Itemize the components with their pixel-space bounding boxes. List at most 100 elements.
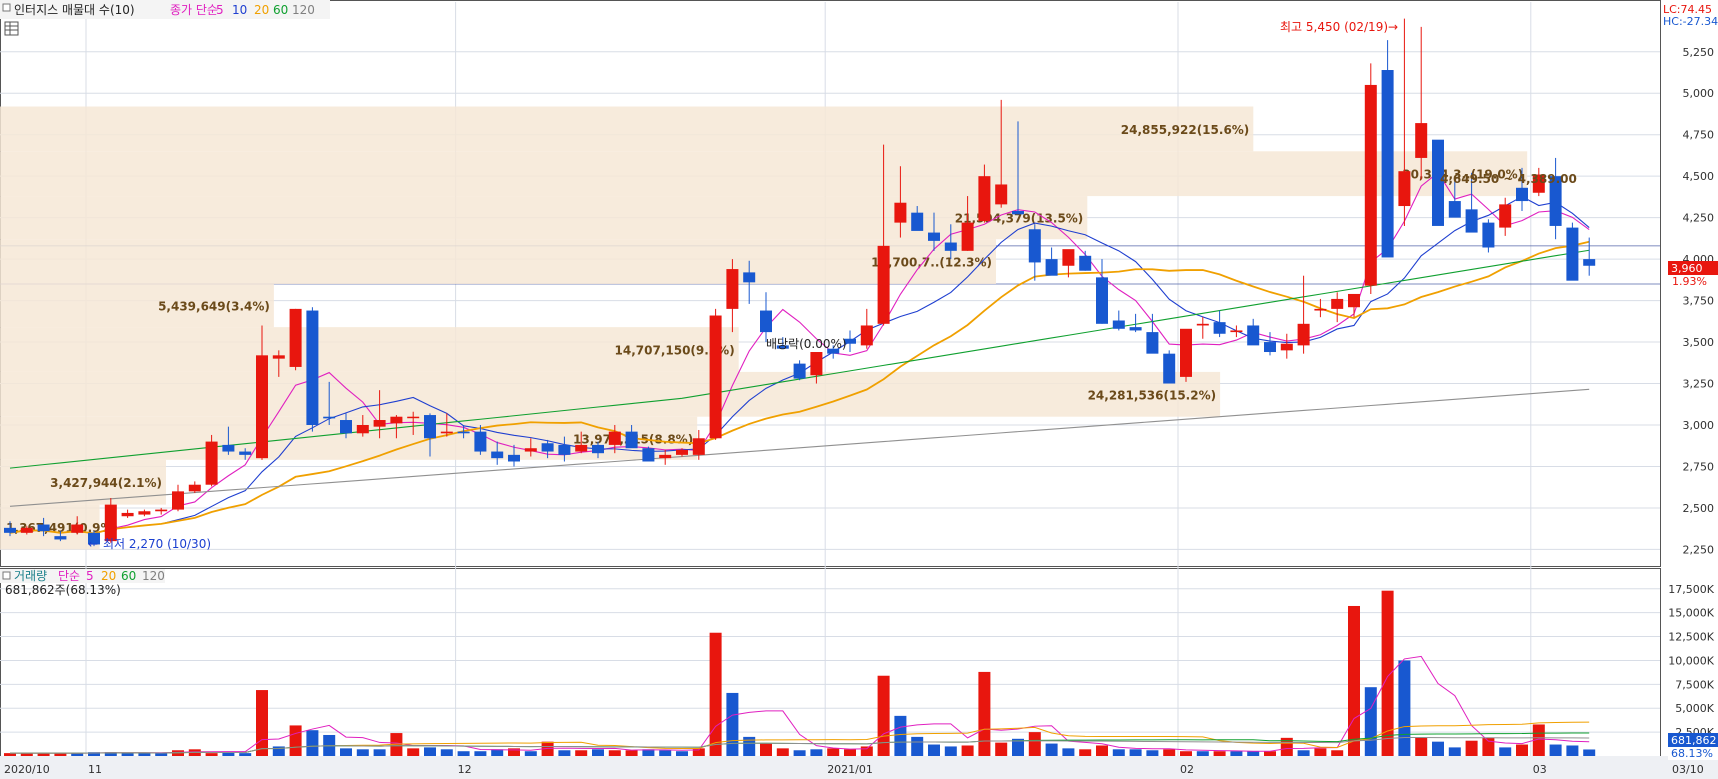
candle-body[interactable] [508,454,520,462]
volume-bar[interactable] [659,750,672,756]
candle-body[interactable] [659,454,672,459]
candle-body[interactable] [4,527,16,533]
candle-body[interactable] [558,444,571,455]
candle-body[interactable] [1012,211,1024,215]
candle-body[interactable] [911,212,924,231]
candle-body[interactable] [860,325,873,346]
volume-bar[interactable] [944,746,957,756]
candle-body[interactable] [1196,323,1209,326]
candle-body[interactable] [1247,325,1260,346]
volume-legend-checkbox[interactable] [2,571,11,580]
volume-bar[interactable] [726,692,739,756]
legend-checkbox[interactable] [2,3,11,12]
candle-body[interactable] [709,315,722,439]
candle-body[interactable] [222,444,235,452]
volume-bar[interactable] [1465,740,1478,756]
volume-bar[interactable] [676,751,688,756]
candle-body[interactable] [1280,343,1293,351]
candle-body[interactable] [323,416,336,419]
candle-body[interactable] [1180,328,1192,377]
volume-bar[interactable] [1028,732,1041,756]
volume-bar[interactable] [239,753,252,756]
volume-bar[interactable] [625,750,638,756]
volume-bar[interactable] [558,750,571,756]
candle-body[interactable] [1163,353,1176,384]
volume-bar[interactable] [1129,749,1142,756]
volume-bar[interactable] [256,690,268,756]
volume-bar[interactable] [474,751,487,756]
volume-bar[interactable] [356,749,369,756]
volume-bar[interactable] [1264,751,1276,756]
candle-body[interactable] [1297,323,1310,346]
candle-body[interactable] [1112,320,1125,329]
volume-bar[interactable] [1398,660,1411,756]
candle-body[interactable] [541,443,554,452]
candle-body[interactable] [424,415,436,439]
volume-bar[interactable] [1146,750,1159,756]
candle-body[interactable] [1045,259,1058,276]
candle-body[interactable] [71,524,84,533]
volume-bar[interactable] [306,730,319,756]
candle-body[interactable] [961,222,974,251]
candle-body[interactable] [1583,259,1596,266]
volume-bar[interactable] [440,749,453,756]
volume-bar[interactable] [457,751,470,756]
volume-bar[interactable] [1549,744,1562,756]
candle-body[interactable] [407,416,420,419]
candle-body[interactable] [474,431,487,452]
volume-bar[interactable] [1213,751,1226,756]
volume-bar[interactable] [995,742,1008,756]
candle-body[interactable] [1079,255,1092,271]
candle-body[interactable] [1314,308,1327,311]
volume-bar[interactable] [860,746,873,756]
candle-body[interactable] [457,431,470,434]
volume-bar[interactable] [793,750,806,756]
volume-bar[interactable] [1499,747,1512,756]
stock-chart[interactable]: 1,367,491(0.9%)3,427,944(2.1%)13,979,215… [0,0,1718,779]
volume-bar[interactable] [760,743,772,756]
candle-body[interactable] [1482,222,1495,248]
volume-bar[interactable] [1364,687,1377,756]
candle-body[interactable] [894,202,907,223]
volume-bar[interactable] [1314,748,1327,756]
candle-body[interactable] [726,269,739,309]
volume-bar[interactable] [424,747,436,756]
candle-body[interactable] [1028,229,1041,263]
candle-body[interactable] [121,512,134,517]
volume-bar[interactable] [827,748,840,756]
candle-body[interactable] [54,536,67,540]
candle-body[interactable] [877,245,890,324]
candle-body[interactable] [188,484,201,492]
candle-body[interactable] [1230,330,1243,333]
volume-bar[interactable] [407,748,420,756]
volume-bar[interactable] [155,753,168,756]
volume-bar[interactable] [289,725,302,756]
candle-body[interactable] [810,352,823,376]
candle-body[interactable] [625,431,638,449]
candle-body[interactable] [1096,277,1108,324]
volume-bar[interactable] [1180,751,1192,756]
candle-body[interactable] [306,310,319,425]
candle-body[interactable] [1516,187,1528,202]
volume-bar[interactable] [1516,744,1528,756]
volume-bar[interactable] [1062,748,1075,756]
volume-bar[interactable] [1045,743,1058,756]
candle-body[interactable] [608,431,621,445]
candle-body[interactable] [239,451,252,455]
volume-bar[interactable] [373,749,386,756]
volume-bar[interactable] [1247,751,1260,756]
volume-bar[interactable] [844,749,856,756]
candle-body[interactable] [1415,123,1428,158]
volume-bar[interactable] [592,749,604,756]
candle-body[interactable] [592,444,604,454]
candle-body[interactable] [524,448,537,452]
candle-body[interactable] [491,451,504,459]
candle-body[interactable] [995,184,1008,205]
candle-body[interactable] [356,425,369,434]
candle-body[interactable] [575,444,588,452]
candle-body[interactable] [1566,227,1579,281]
volume-bar[interactable] [1096,745,1108,756]
candle-body[interactable] [172,491,184,510]
volume-bar[interactable] [1415,737,1428,756]
candle-body[interactable] [390,416,403,424]
